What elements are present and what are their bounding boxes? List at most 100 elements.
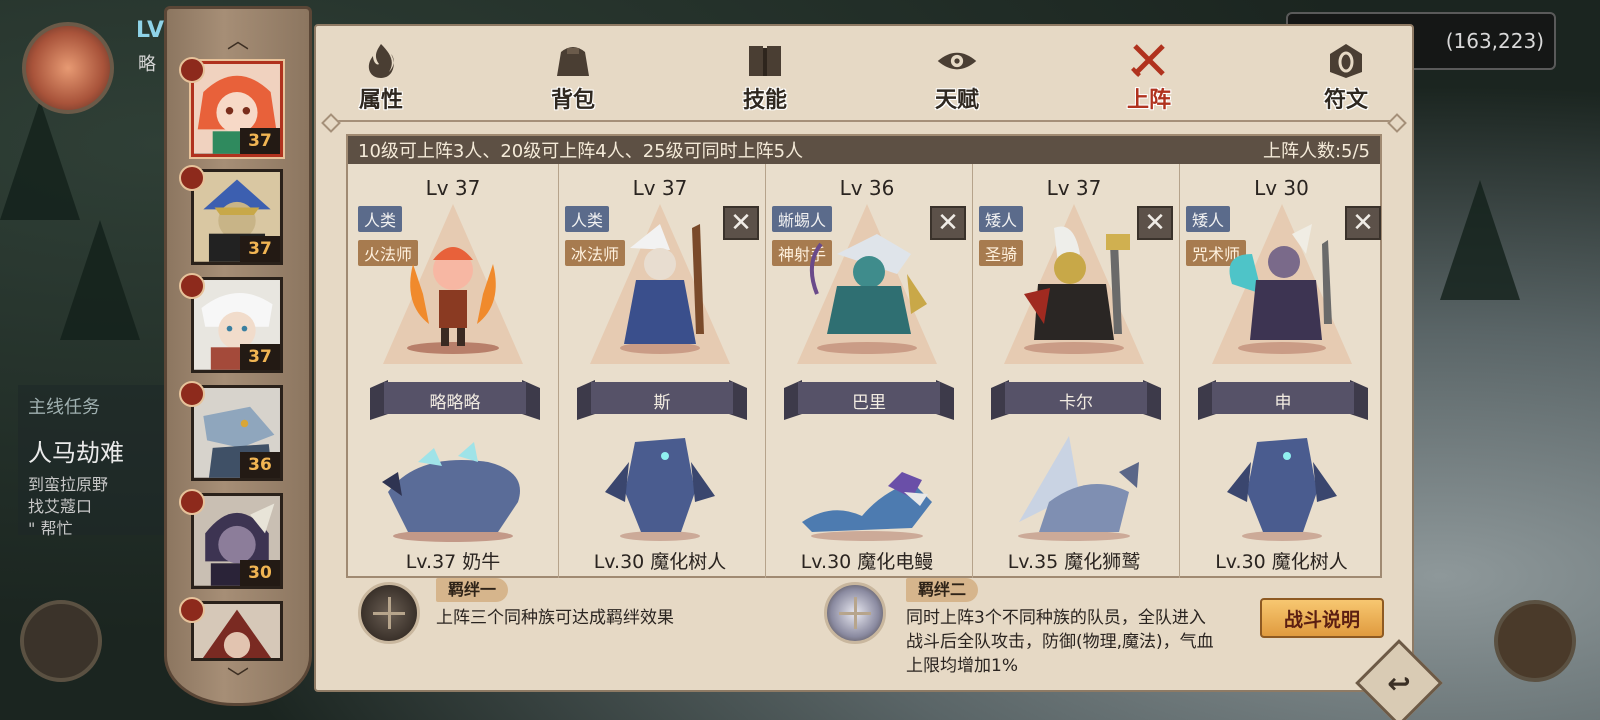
quest-line: 找艾蔻口: [28, 497, 93, 516]
tab-label: 上阵: [1126, 88, 1171, 113]
lineup-slot[interactable]: Lv 36 蜥蜴人 神射手 ✕ 巴里 Lv.30 魔化电鳗: [762, 164, 973, 578]
tree-decoration: [1440, 180, 1520, 300]
pet-sprite-cow: [382, 442, 520, 542]
lineup-slot[interactable]: Lv 30 矮人 咒术师 ✕ 申 Lv.30 魔化树人: [1176, 164, 1387, 578]
remove-hero-button[interactable]: ✕: [723, 206, 759, 240]
book-icon: [744, 42, 786, 80]
tab-divider: [336, 120, 1392, 122]
slot-level: Lv 36: [839, 176, 895, 200]
tab-runes[interactable]: 符文: [1301, 32, 1391, 114]
tab-label: 技能: [742, 88, 787, 113]
bond-one-description: 上阵三个同种族可达成羁绊效果: [436, 608, 674, 628]
flame-badge-icon: [179, 597, 205, 623]
pet-sprite-treant: [1226, 438, 1337, 541]
bond-one-icon[interactable]: [358, 582, 420, 644]
scroll-down-icon[interactable]: ﹀: [167, 661, 309, 693]
tab-attributes[interactable]: 属性: [336, 32, 426, 114]
lineup-header: 10级可上阵3人、20级可上阵4人、25级可同时上阵5人 上阵人数:5/5: [348, 136, 1380, 164]
flame-badge-icon: [179, 489, 205, 515]
player-level-label: LV: [136, 18, 165, 43]
quest-line: 到蛮拉原野: [28, 475, 109, 494]
hero-card[interactable]: 37: [191, 169, 283, 265]
slot-level: Lv 37: [1046, 176, 1102, 200]
player-avatar[interactable]: [22, 22, 114, 114]
flame-badge-icon: [179, 165, 205, 191]
crossed-swords-icon: [1128, 42, 1170, 80]
rune-icon: [1325, 42, 1367, 80]
pet-name: Lv.37 奶牛: [405, 551, 501, 573]
tree-decoration: [60, 220, 140, 340]
name-ribbon: [370, 380, 540, 420]
tab-bar: 属性 背包 技能 天赋 上阵 符文: [316, 32, 1412, 116]
name-ribbon: [784, 380, 954, 420]
lineup-area: 10级可上阵3人、20级可上阵4人、25级可同时上阵5人 上阵人数:5/5 Lv…: [346, 134, 1382, 578]
pet-name: Lv.30 魔化电鳗: [800, 551, 934, 573]
slot-level: Lv 37: [425, 176, 481, 200]
tab-label: 天赋: [934, 88, 979, 113]
tab-label: 符文: [1323, 88, 1368, 113]
hero-card[interactable]: 36: [191, 385, 283, 481]
lineup-slot[interactable]: Lv 37 人类 冰法师 ✕ 斯 Lv.30 魔化树人: [555, 164, 766, 578]
hero-sprite-lizard-archer: [809, 234, 927, 354]
lineup-requirement: 10级可上阵3人、20级可上阵4人、25级可同时上阵5人: [358, 141, 804, 162]
bond-two-line: 同时上阵3个不同种族的队员，全队进入: [906, 608, 1206, 628]
tab-skills[interactable]: 技能: [720, 32, 810, 114]
tab-label: 背包: [550, 88, 595, 113]
hero-card[interactable]: 37: [191, 277, 283, 373]
remove-hero-button[interactable]: ✕: [1345, 206, 1381, 240]
pet-name: Lv.30 魔化树人: [1215, 551, 1348, 573]
slot-level: Lv 30: [1254, 176, 1309, 200]
bond-two-tag: 羁绊二: [906, 578, 979, 602]
bond-one-tag: 羁绊一: [436, 578, 509, 602]
remove-hero-button[interactable]: ✕: [930, 206, 966, 240]
character-panel: 属性 背包 技能 天赋 上阵 符文 10级可上阵3人、20级可上阵4人、25级可…: [314, 24, 1414, 692]
quest-title: 主线任务: [28, 397, 100, 418]
battle-info-button[interactable]: 战斗说明: [1260, 598, 1384, 638]
hero-card[interactable]: 30: [191, 493, 283, 589]
bond-two-line: 上限均增加1%: [906, 656, 1018, 676]
flame-badge-icon: [179, 273, 205, 299]
pet-sprite-eel: [802, 472, 932, 541]
return-arrow-icon: ↩: [1387, 666, 1411, 700]
lineup-slot[interactable]: Lv 37 矮人 圣骑 ✕ 卡尔 Lv.35 魔化狮鹫: [969, 164, 1180, 578]
pet-name: Lv.35 魔化狮鹫: [1007, 551, 1141, 573]
hero-sprite-warlock: [1229, 224, 1332, 354]
name-ribbon: [1198, 380, 1368, 420]
name-ribbon: [577, 380, 747, 420]
tab-inventory[interactable]: 背包: [528, 32, 618, 114]
tab-label: 属性: [358, 88, 403, 113]
hero-level: 36: [240, 452, 280, 478]
hero-card[interactable]: 37: [191, 61, 283, 157]
flame-icon: [360, 42, 402, 80]
eye-emblem-icon: [936, 42, 978, 80]
bond-two-line: 战斗后全队攻击，防御(物理,魔法)，气血: [906, 632, 1214, 652]
slot-level: Lv 37: [632, 176, 688, 200]
scroll-up-icon[interactable]: ︿: [167, 23, 309, 55]
hero-level: 30: [240, 560, 280, 586]
coordinates-text: (163,223): [1445, 29, 1544, 53]
skill-round-button[interactable]: [20, 600, 102, 682]
hero-sprite-paladin: [1024, 226, 1130, 354]
hero-level: 37: [240, 344, 280, 370]
flame-badge-icon: [179, 57, 205, 83]
tab-talent[interactable]: 天赋: [912, 32, 1002, 114]
quest-main: 人马劫难: [28, 439, 124, 467]
lineup-slot[interactable]: Lv 37 人类 火法师 略略略 Lv.37 奶牛: [348, 164, 559, 578]
tab-lineup[interactable]: 上阵: [1104, 32, 1194, 114]
pet-name: Lv.30 魔化树人: [593, 551, 727, 573]
bond-two-icon[interactable]: [824, 582, 886, 644]
bond-two-description: 同时上阵3个不同种族的队员，全队进入 战斗后全队攻击，防御(物理,魔法)，气血 …: [906, 606, 1256, 678]
quest-tracker[interactable]: 主线任务 人马劫难 到蛮拉原野 找艾蔻口 " 帮忙: [18, 385, 168, 538]
pet-sprite-treant: [605, 438, 715, 541]
quest-line: " 帮忙: [28, 519, 73, 538]
hero-level: 37: [240, 236, 280, 262]
house-round-button[interactable]: [1494, 600, 1576, 682]
lineup-count: 上阵人数:5/5: [1262, 141, 1370, 162]
remove-hero-button[interactable]: ✕: [1137, 206, 1173, 240]
hero-selector-column: ︿ 37 37 37 36 30 ﹀: [164, 6, 312, 706]
player-name-label: 略: [138, 54, 156, 75]
hero-sprite-fire-mage: [407, 247, 499, 354]
hero-sprite-ice-mage: [620, 224, 704, 354]
name-ribbon: [991, 380, 1161, 420]
tree-decoration: [0, 100, 80, 220]
